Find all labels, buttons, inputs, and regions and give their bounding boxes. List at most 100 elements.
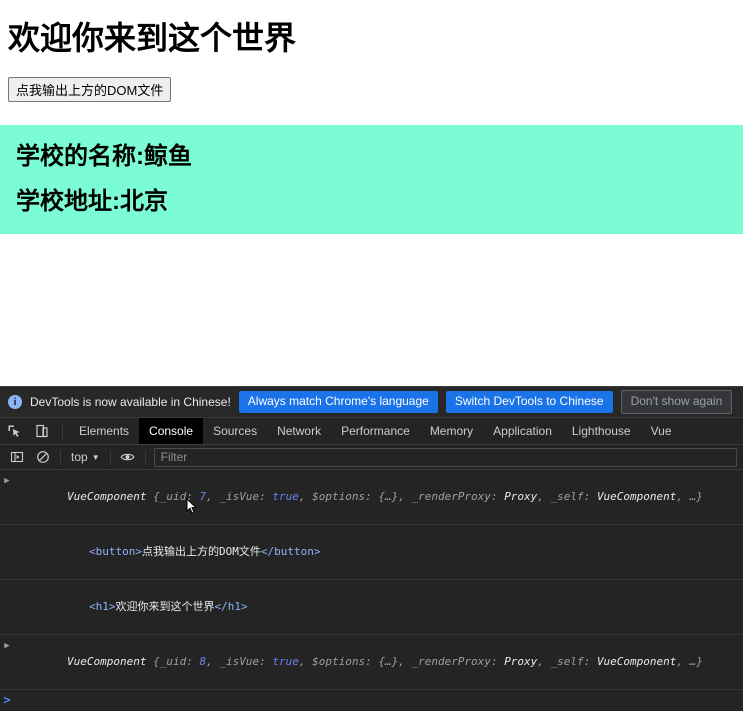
live-expression-icon[interactable] [115,445,141,470]
console-input-row[interactable]: > [0,690,743,711]
console-message-row[interactable]: ▶ VueComponent {_uid: 8, _isVue: true, $… [0,635,743,690]
token: { [146,490,160,503]
tab-network[interactable]: Network [267,418,331,444]
token: , [537,490,551,503]
token: Proxy [504,655,538,668]
token: …} [689,655,703,668]
web-page-content: 欢迎你来到这个世界 点我输出上方的DOM文件 学校的名称:鲸鱼 学校地址:北京 [0,20,743,407]
token: : [583,655,597,668]
tab-memory[interactable]: Memory [420,418,483,444]
console-sidebar-icon[interactable] [4,445,30,470]
info-icon: i [8,395,22,409]
token: _renderProxy [411,490,491,503]
token: _self [550,490,584,503]
token: {…} [378,655,399,668]
token: , [206,655,220,668]
execution-context-label: top [71,450,88,464]
token: <button> [88,545,142,558]
token: VueComponent [596,655,677,668]
token: : [259,655,273,668]
tab-performance[interactable]: Performance [331,418,420,444]
console-message-text: VueComponent {_uid: 7, _isVue: true, $op… [14,473,703,521]
tab-elements[interactable]: Elements [69,418,139,444]
token: {…} [378,490,399,503]
token: { [146,655,160,668]
token: , [676,490,690,503]
token: </button> [260,545,321,558]
console-message-row[interactable]: <h1>欢迎你来到这个世界</h1> [0,580,743,635]
page-title: 欢迎你来到这个世界 [8,20,297,56]
device-toolbar-icon[interactable] [28,418,56,444]
token: _uid [159,490,187,503]
token: : [365,490,379,503]
token: VueComponent [66,655,147,668]
tab-sources[interactable]: Sources [203,418,267,444]
dont-show-again-button[interactable]: Don't show again [620,390,733,414]
infobar-message: DevTools is now available in Chinese! [30,395,231,409]
token: 欢迎你来到这个世界 [115,600,215,613]
token: , [298,490,313,503]
console-filter-input[interactable] [153,447,737,467]
tab-application[interactable]: Application [483,418,562,444]
console-message-list: ▶ VueComponent {_uid: 7, _isVue: true, $… [0,470,743,690]
execution-context-selector[interactable]: top ▼ [65,450,106,464]
token: : [490,490,505,503]
token: true [272,490,299,503]
token: VueComponent [596,490,677,503]
token: : [259,490,273,503]
chevron-down-icon: ▼ [91,452,100,462]
tab-vue[interactable]: Vue [641,418,682,444]
token: $options [312,655,366,668]
token: _self [550,655,584,668]
token: , [537,655,551,668]
console-input[interactable] [14,693,743,708]
tab-lighthouse[interactable]: Lighthouse [562,418,641,444]
expand-arrow-icon[interactable]: ▶ [0,638,14,654]
devtools-language-infobar: i DevTools is now available in Chinese! … [0,387,743,418]
token: , [298,655,313,668]
token: : [186,655,200,668]
token: _isVue [219,655,260,668]
toolbar-divider-2 [109,449,111,465]
prompt-chevron-icon: > [3,693,11,707]
tab-console[interactable]: Console [139,418,204,444]
token: , [398,655,412,668]
token: _uid [159,655,187,668]
token: 8 [199,655,207,668]
school-info-panel: 学校的名称:鲸鱼 学校地址:北京 [0,125,743,234]
token: , [206,490,220,503]
token: Proxy [504,490,538,503]
inspect-element-icon[interactable] [0,418,28,444]
toolbar-divider-3 [144,449,146,465]
token: : [583,490,597,503]
toolbar-divider-1 [60,449,61,465]
school-name-line: 学校的名称:鲸鱼 [16,143,192,171]
school-address-line: 学校地址:北京 [16,187,168,215]
tabbar-divider [62,423,63,439]
token: : [490,655,505,668]
token: </h1> [214,600,248,613]
token: $options [312,490,366,503]
token: _renderProxy [411,655,491,668]
token: , [398,490,412,503]
expand-arrow-icon[interactable]: ▶ [0,473,14,489]
token: VueComponent [66,490,147,503]
output-dom-button[interactable]: 点我输出上方的DOM文件 [8,77,172,103]
devtools-panel: i DevTools is now available in Chinese! … [0,386,743,711]
console-message-text: <h1>欢迎你来到这个世界</h1> [14,583,248,631]
token: <h1> [88,600,116,613]
token: true [272,655,299,668]
devtools-tabbar: Elements Console Sources Network Perform… [0,418,743,445]
console-message-row[interactable]: <button>点我输出上方的DOM文件</button> [0,525,743,580]
always-match-chrome-language-button[interactable]: Always match Chrome's language [238,391,438,413]
token: …} [689,490,703,503]
token: , [676,655,690,668]
console-message-text: VueComponent {_uid: 8, _isVue: true, $op… [14,638,703,686]
console-message-text: <button>点我输出上方的DOM文件</button> [14,528,320,576]
token: : [365,655,379,668]
clear-console-icon[interactable] [30,445,56,470]
console-message-row[interactable]: ▶ VueComponent {_uid: 7, _isVue: true, $… [0,470,743,525]
switch-devtools-to-chinese-button[interactable]: Switch DevTools to Chinese [445,391,613,413]
token: : [186,490,200,503]
token: _isVue [219,490,260,503]
